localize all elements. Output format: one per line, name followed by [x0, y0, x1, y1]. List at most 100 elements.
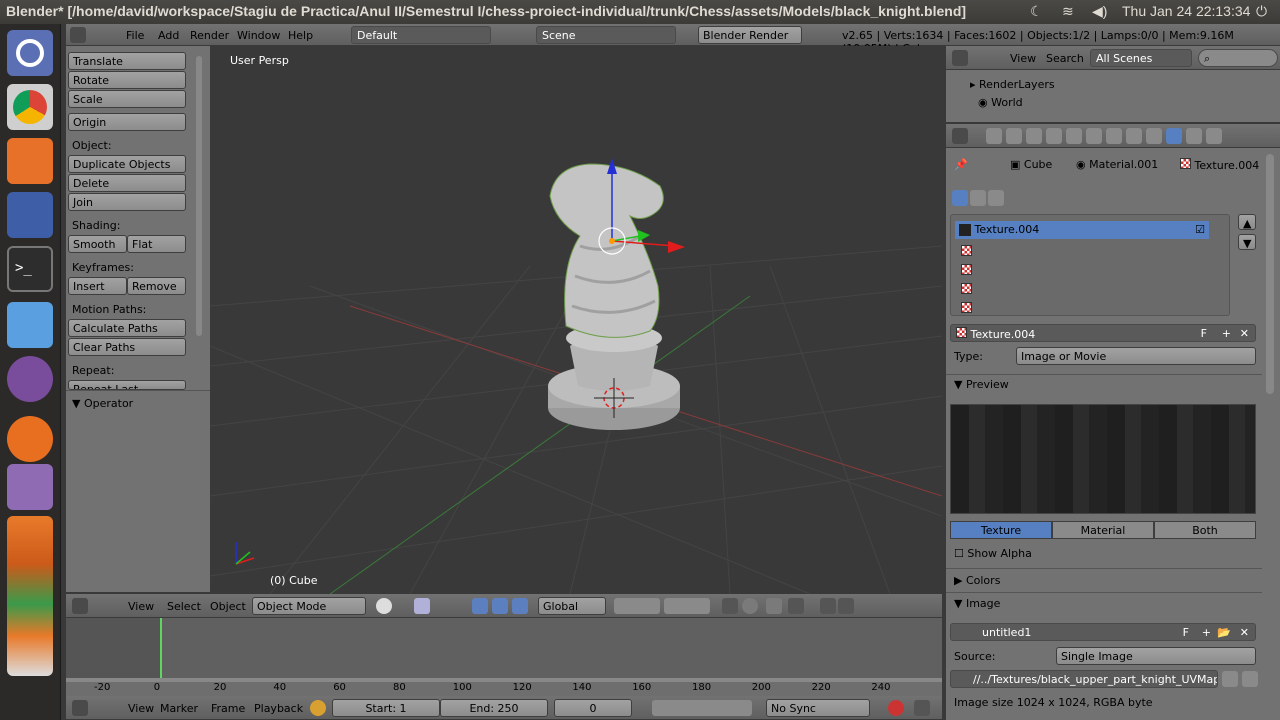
particles-tab-icon[interactable] [1186, 128, 1202, 144]
colors-panel-title[interactable]: ▶ Colors [954, 574, 1000, 587]
terminal-icon[interactable]: >_ [7, 246, 53, 292]
modifiers-tab-icon[interactable] [1106, 128, 1122, 144]
timeline-menu-playback[interactable]: Playback [254, 702, 303, 715]
texture-slot-empty[interactable] [961, 264, 972, 278]
outliner-item-renderlayers[interactable]: ▸ RenderLayers [970, 78, 1055, 91]
viewport-shading-icon[interactable] [376, 598, 392, 614]
scene-tab-icon[interactable] [1026, 128, 1042, 144]
render-engine-select[interactable]: Blender Render [698, 26, 802, 44]
snap-element-icon[interactable] [788, 598, 804, 614]
pivot-point-icon[interactable] [414, 598, 430, 614]
duplicate-objects-button[interactable]: Duplicate Objects [68, 155, 186, 173]
new-image-icon[interactable]: + [1202, 626, 1211, 639]
breadcrumb-cube[interactable]: ▣ Cube [1010, 158, 1052, 171]
timeline[interactable]: -20 0 20 40 60 80 100 120 140 160 180 200 220 240 [66, 618, 942, 696]
menu-add[interactable]: Add [158, 29, 179, 42]
snap-icon[interactable] [766, 598, 782, 614]
outliner-search-input[interactable]: ⌕ [1198, 49, 1278, 67]
start-frame-field[interactable]: Start: 1 [332, 699, 440, 717]
clock[interactable]: Thu Jan 24 22:13:34 [1122, 3, 1250, 19]
outliner-menu-search[interactable]: Search [1046, 52, 1084, 65]
world-texture-context-icon[interactable] [970, 190, 986, 206]
fake-user-toggle[interactable]: F [1201, 327, 1207, 340]
render-still-icon[interactable] [820, 598, 836, 614]
properties-editor-icon[interactable] [952, 128, 968, 144]
manipulator-translate-icon[interactable] [472, 598, 488, 614]
remove-keyframe-button[interactable]: Remove [127, 277, 186, 295]
menu-render[interactable]: Render [190, 29, 229, 42]
move-slot-down-button[interactable]: ▼ [1238, 234, 1256, 250]
system-indicator-icon[interactable]: ☾ [1030, 3, 1043, 20]
screen-layout-select[interactable]: Default [351, 26, 491, 44]
join-button[interactable]: Join [68, 193, 186, 211]
repeat-last-button[interactable]: Repeat Last [68, 380, 186, 390]
flat-button[interactable]: Flat [127, 235, 186, 253]
material-texture-context-icon[interactable] [952, 190, 968, 206]
current-frame-field[interactable]: 0 [554, 699, 632, 717]
end-frame-field[interactable]: End: 250 [440, 699, 548, 717]
texture-slots-list[interactable]: Texture.004 ☑ [950, 214, 1230, 316]
playback-controls[interactable] [652, 700, 752, 716]
file-browse-icon[interactable] [1222, 671, 1238, 687]
texture-slot-empty[interactable] [961, 302, 972, 316]
menu-object[interactable]: Object [210, 600, 246, 613]
pin-icon[interactable]: 📌 [954, 158, 968, 171]
physics-tab-icon[interactable] [1206, 128, 1222, 144]
timeline-scrollbar[interactable] [66, 678, 942, 682]
reload-icon[interactable] [1242, 671, 1258, 687]
outliner-item-world[interactable]: ◉ World [978, 96, 1023, 109]
open-image-icon[interactable]: 📂 [1217, 626, 1231, 639]
timeline-menu-view[interactable]: View [128, 702, 154, 715]
delete-button[interactable]: Delete [68, 174, 186, 192]
unlink-image-icon[interactable]: ✕ [1240, 626, 1249, 639]
new-texture-icon[interactable]: + [1222, 327, 1231, 340]
data-tab-icon[interactable] [1126, 128, 1142, 144]
power-icon[interactable]: ⏻ [1256, 3, 1267, 20]
move-slot-up-button[interactable]: ▲ [1238, 214, 1256, 230]
layers-grid-1[interactable] [614, 598, 660, 614]
proportional-edit-icon[interactable] [742, 598, 758, 614]
material-tab-icon[interactable] [1146, 128, 1162, 144]
manipulator-scale-icon[interactable] [512, 598, 528, 614]
image-panel-title[interactable]: ▼ Image [954, 597, 1000, 610]
wifi-icon[interactable]: ≋ [1062, 3, 1074, 20]
properties-scrollbar[interactable] [1266, 154, 1274, 394]
menu-view[interactable]: View [128, 600, 154, 613]
info-editor-icon[interactable] [70, 27, 86, 43]
texture-type-select[interactable]: Image or Movie [1016, 347, 1256, 365]
editor-type-icon[interactable] [72, 598, 88, 614]
operator-panel-title[interactable]: ▼ Operator [72, 397, 133, 410]
image-filepath-field[interactable]: //../Textures/black_upper_part_knight_UV… [950, 670, 1218, 688]
transform-orientation-select[interactable]: Global [538, 597, 606, 615]
app-sphere-icon[interactable] [7, 356, 53, 402]
texture-datablock-field[interactable]: Texture.004 F + ✕ [950, 324, 1256, 342]
menu-help[interactable]: Help [288, 29, 313, 42]
virtualbox-icon[interactable] [7, 302, 53, 348]
render-tab-icon[interactable] [986, 128, 1002, 144]
brush-texture-context-icon[interactable] [988, 190, 1004, 206]
preview-range-icon[interactable] [310, 700, 326, 716]
preview-panel-title[interactable]: ▼ Preview [954, 378, 1009, 391]
calculate-paths-button[interactable]: Calculate Paths [68, 319, 186, 337]
layers-grid-2[interactable] [664, 598, 710, 614]
texture-tab-icon[interactable] [1166, 128, 1182, 144]
volume-icon[interactable]: ◀) [1092, 3, 1107, 20]
files-icon[interactable] [7, 138, 53, 184]
sync-mode-select[interactable]: No Sync [766, 699, 870, 717]
unlink-icon[interactable]: ✕ [1240, 327, 1249, 340]
smooth-button[interactable]: Smooth [68, 235, 127, 253]
checkbox-icon[interactable]: ☑ [1195, 223, 1205, 236]
menu-select[interactable]: Select [167, 600, 201, 613]
outliner-menu-view[interactable]: View [1010, 52, 1036, 65]
clear-paths-button[interactable]: Clear Paths [68, 338, 186, 356]
texture-slot-empty[interactable] [961, 245, 972, 259]
image-source-select[interactable]: Single Image [1056, 647, 1256, 665]
manipulator-rotate-icon[interactable] [492, 598, 508, 614]
auto-keying-icon[interactable] [888, 700, 904, 716]
world-tab-icon[interactable] [1046, 128, 1062, 144]
ubuntu-dash-icon[interactable] [7, 30, 53, 76]
image-datablock-field[interactable]: untitled1 F + 📂 ✕ [950, 623, 1256, 641]
texture-slot-empty[interactable] [961, 283, 972, 297]
scene-select[interactable]: Scene [536, 26, 676, 44]
breadcrumb-texture[interactable]: Texture.004 [1180, 158, 1259, 172]
